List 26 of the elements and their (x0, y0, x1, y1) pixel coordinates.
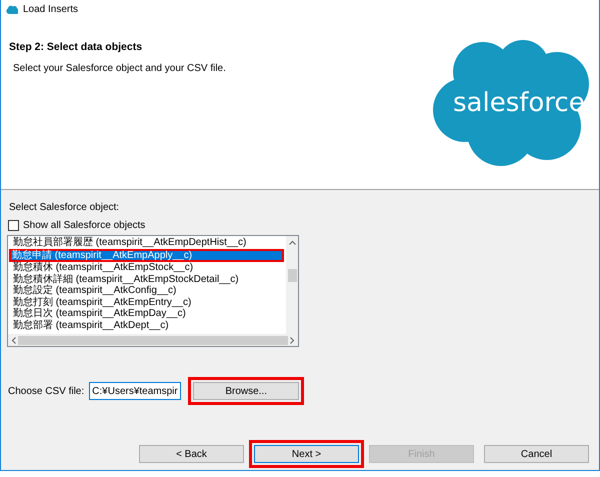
list-item[interactable]: 勤怠積休 (teamspirit__AtkEmpStock__c) (10, 262, 284, 274)
list-item[interactable]: 勤怠社員部署履歴 (teamspirit__AtkEmpDeptHist__c) (10, 237, 284, 248)
list-item[interactable]: 勤怠日次 (teamspirit__AtkEmpDay__c) (10, 308, 284, 320)
horizontal-scrollbar[interactable] (8, 334, 298, 346)
object-list[interactable] (7, 235, 299, 347)
list-item[interactable]: 勤怠申請 (teamspirit__AtkEmpApply__c) (9, 248, 284, 262)
checkbox[interactable] (8, 220, 19, 231)
list-item[interactable]: 勤怠設定 (teamspirit__AtkConfig__c) (10, 285, 284, 296)
step-heading: Step 2: Select data objects (9, 40, 144, 55)
wizard-button[interactable]: Next > (254, 445, 359, 463)
list-label: Select Salesforce object: (8, 201, 120, 215)
logo-text: salesforce (453, 87, 585, 120)
window-title: Load Inserts (23, 2, 78, 16)
step-subtitle: Select your Salesforce object and your CSV file. (13, 62, 226, 76)
browse-button[interactable]: Browse... (193, 382, 300, 400)
csv-path-field[interactable]: C:¥Users¥teamspir (89, 382, 182, 400)
list-item[interactable]: 勤怠部署 (teamspirit__AtkDept__c) (10, 320, 284, 331)
vertical-scrollbar[interactable] (286, 236, 298, 334)
cloud-icon (6, 4, 18, 14)
csv-label: Choose CSV file: (8, 384, 84, 398)
checkbox-label[interactable]: Show all Salesforce objects (23, 218, 146, 233)
list-item[interactable]: 勤怠打刻 (teamspirit__AtkEmpEntry__c) (10, 296, 284, 308)
list-item[interactable]: 勤怠積休詳細 (teamspirit__AtkEmpStockDetail__c) (10, 274, 284, 285)
wizard-button[interactable]: Cancel (484, 445, 589, 463)
scrollbar-thumb[interactable] (288, 269, 296, 282)
wizard-button[interactable]: < Back (139, 445, 244, 463)
